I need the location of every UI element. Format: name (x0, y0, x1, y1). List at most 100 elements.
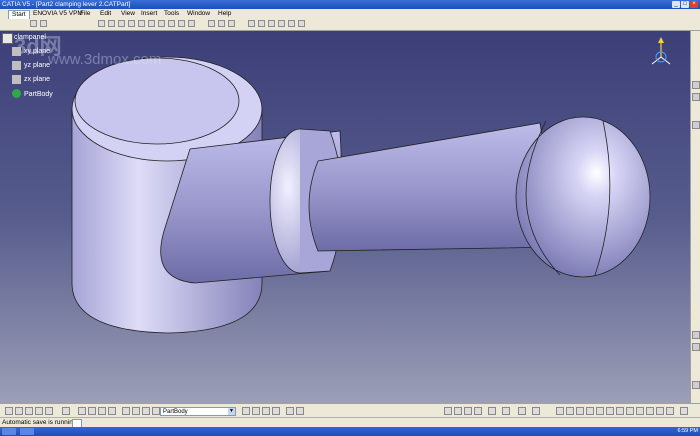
chamfer-icon[interactable] (178, 20, 185, 27)
render-icon[interactable] (692, 331, 700, 339)
start-icon[interactable] (2, 428, 16, 435)
title-bar: CATIA V5 - [Part2 clamping lever 2.CATPa… (0, 0, 700, 9)
open-icon[interactable] (454, 407, 462, 415)
body-icon[interactable] (152, 407, 160, 415)
isometric-view-icon[interactable] (242, 407, 250, 415)
section-icon[interactable] (692, 343, 700, 351)
plane-icon (12, 47, 21, 56)
draft-icon[interactable] (188, 20, 195, 27)
pocket-icon[interactable] (108, 20, 115, 27)
hide-show-icon[interactable] (262, 407, 270, 415)
menu-item-help[interactable]: Help (218, 10, 231, 18)
render-style-icon[interactable] (646, 407, 654, 415)
undo-icon[interactable] (45, 407, 53, 415)
zoom-in-icon[interactable] (122, 407, 130, 415)
minimize-button[interactable]: _ (672, 1, 680, 8)
pattern-icon[interactable] (288, 20, 295, 27)
menu-item-window[interactable]: Window (187, 10, 210, 18)
slot-icon[interactable] (158, 20, 165, 27)
multi-view-icon[interactable] (596, 407, 604, 415)
taskbar-app-icon[interactable] (20, 428, 34, 435)
zoom-out-icon[interactable] (132, 407, 140, 415)
hole-icon[interactable] (138, 20, 145, 27)
constraint-icon[interactable] (248, 20, 255, 27)
menu-item-view[interactable]: View (121, 10, 135, 18)
zoom-view-icon[interactable] (576, 407, 584, 415)
delete-icon[interactable] (35, 407, 43, 415)
pad-icon[interactable] (98, 20, 105, 27)
pan-view-icon[interactable] (556, 407, 564, 415)
knowledge-icon[interactable] (692, 381, 700, 389)
rotate-view-icon[interactable] (566, 407, 574, 415)
pan-icon[interactable] (98, 407, 106, 415)
fillet-icon[interactable] (168, 20, 175, 27)
taskbar-clock: 6:59 PM (677, 428, 698, 434)
menu-item-file[interactable]: File (80, 10, 90, 18)
boolean-icon[interactable] (268, 20, 275, 27)
menu-item-enovia[interactable]: ENOVIA V5 VPM (33, 10, 83, 18)
scale-icon[interactable] (298, 20, 305, 27)
material-icon[interactable] (692, 121, 700, 129)
close-button[interactable]: × (690, 1, 698, 8)
part-icon (2, 33, 13, 44)
tree-item-root[interactable]: clampanel (14, 33, 46, 42)
view-mode-icon[interactable] (616, 407, 624, 415)
3d-viewport[interactable]: 3d网 www.3dmox.com clampanel xy plane yz … (0, 31, 690, 403)
compass-icon[interactable] (648, 37, 674, 69)
mirror-icon[interactable] (278, 20, 285, 27)
tree-item-zx-plane[interactable]: zx plane (24, 75, 50, 84)
sketcher-icon[interactable] (30, 20, 37, 27)
window-title: CATIA V5 - [Part2 clamping lever 2.CATPa… (2, 1, 131, 8)
menu-bar: Start ENOVIA V5 VPM File Edit View Inser… (0, 9, 700, 20)
new-icon[interactable] (444, 407, 452, 415)
current-body-value: PartBody (163, 409, 188, 415)
tree-item-partbody[interactable]: PartBody (24, 90, 53, 99)
current-body-select[interactable]: PartBody ▼ (160, 407, 236, 416)
shaft-icon[interactable] (118, 20, 125, 27)
measure-icon[interactable] (692, 81, 700, 89)
rib-icon[interactable] (148, 20, 155, 27)
right-toolbar (690, 31, 700, 403)
tree-item-xy-plane[interactable]: xy plane (24, 47, 50, 56)
catalog-icon[interactable] (286, 407, 294, 415)
measure-item-icon[interactable] (680, 407, 688, 415)
hide-icon[interactable] (626, 407, 634, 415)
fit-all-icon[interactable] (88, 407, 96, 415)
plane-icon (12, 75, 21, 84)
groove-icon[interactable] (128, 20, 135, 27)
paste-icon[interactable] (25, 407, 33, 415)
print-icon[interactable] (474, 407, 482, 415)
line-icon[interactable] (218, 20, 225, 27)
quick-view-icon[interactable] (606, 407, 614, 415)
menu-item-edit[interactable]: Edit (100, 10, 111, 18)
normal-icon[interactable] (586, 407, 594, 415)
rotate-icon[interactable] (108, 407, 116, 415)
top-toolbar (0, 19, 700, 31)
show-icon[interactable] (636, 407, 644, 415)
formula-icon[interactable] (296, 407, 304, 415)
depth-icon[interactable] (666, 407, 674, 415)
dimension-icon[interactable] (258, 20, 265, 27)
tool-icon[interactable] (40, 20, 47, 27)
tree-item-yz-plane[interactable]: yz plane (24, 61, 50, 70)
select-icon[interactable] (5, 407, 13, 415)
chevron-down-icon[interactable]: ▼ (228, 408, 235, 415)
plane-icon[interactable] (228, 20, 235, 27)
maximize-button[interactable]: □ (681, 1, 689, 8)
normal-view-icon[interactable] (142, 407, 150, 415)
lighting-icon[interactable] (656, 407, 664, 415)
shading-icon[interactable] (252, 407, 260, 415)
point-icon[interactable] (208, 20, 215, 27)
analysis-icon[interactable] (692, 93, 700, 101)
fly-mode-icon[interactable] (78, 407, 86, 415)
help-icon[interactable] (518, 407, 526, 415)
menu-item-insert[interactable]: Insert (141, 10, 157, 18)
whats-this-icon[interactable] (532, 407, 540, 415)
swap-space-icon[interactable] (272, 407, 280, 415)
redo-icon[interactable] (502, 407, 510, 415)
copy-icon[interactable] (15, 407, 23, 415)
update-icon[interactable] (62, 407, 70, 415)
cut-icon[interactable] (488, 407, 496, 415)
menu-item-tools[interactable]: Tools (164, 10, 179, 18)
save-icon[interactable] (464, 407, 472, 415)
